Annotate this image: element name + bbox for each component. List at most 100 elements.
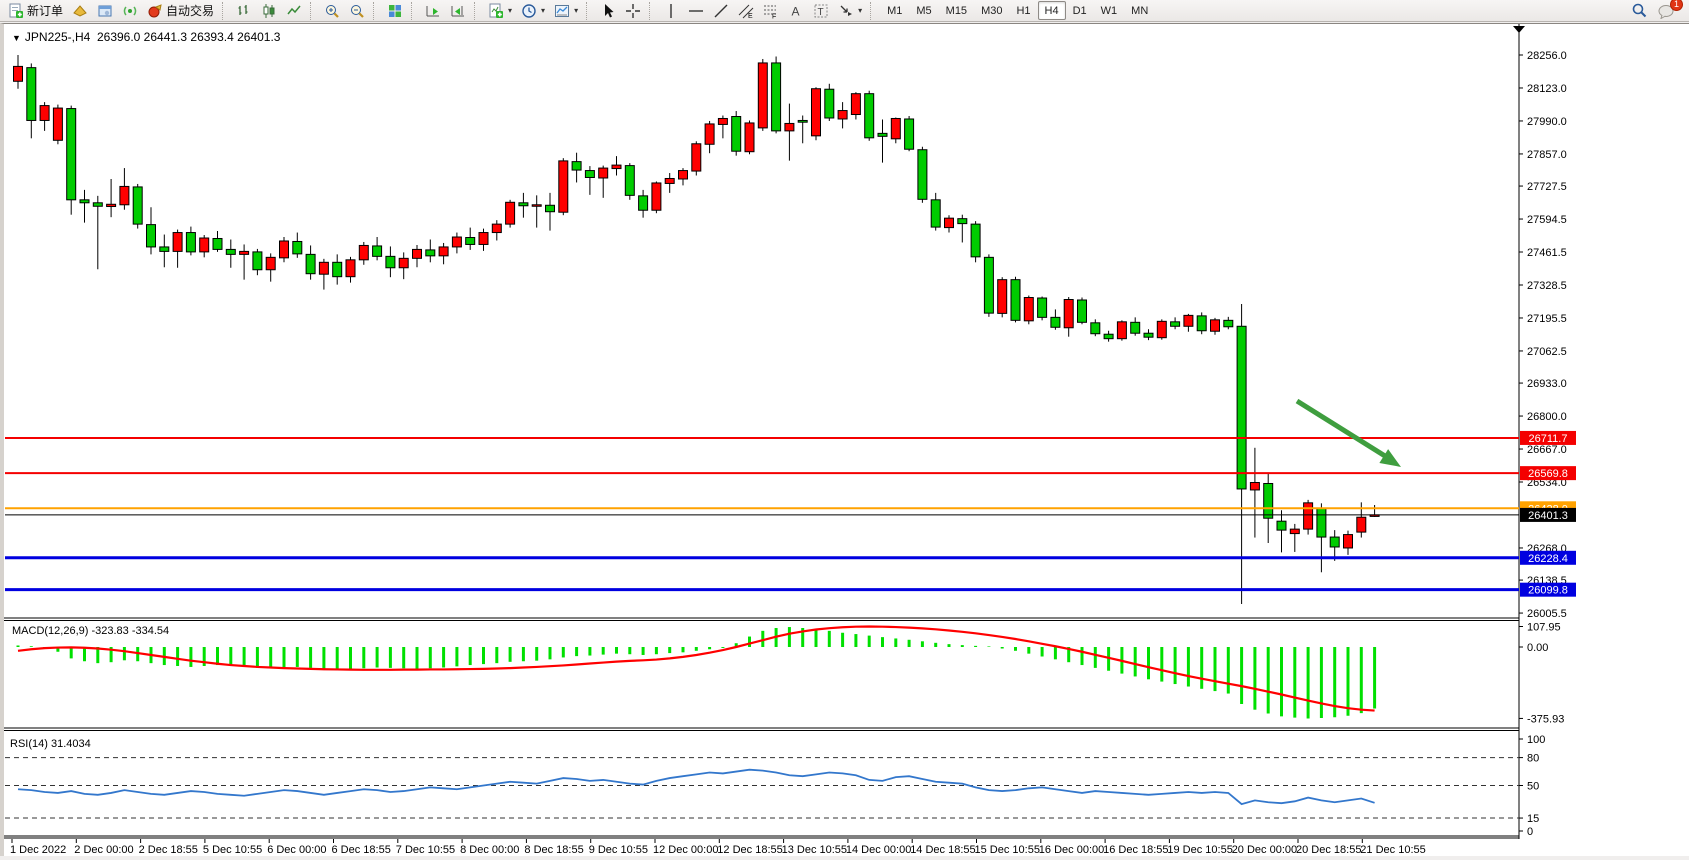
notifications-button[interactable]: 1	[1653, 1, 1679, 21]
channel-tool-button[interactable]: E	[734, 1, 758, 21]
candle-body	[160, 247, 169, 251]
timeframe-button-m1[interactable]: M1	[880, 1, 909, 20]
cursor-icon	[600, 3, 616, 19]
chart-shift-marker	[1513, 26, 1525, 33]
zoom-out-button[interactable]	[345, 1, 369, 21]
price-tick-label: 27328.5	[1527, 280, 1567, 292]
date-tick-label: 2 Dec 00:00	[74, 844, 133, 856]
timeframe-button-m15[interactable]: M15	[939, 1, 974, 20]
candle-body	[1157, 321, 1166, 337]
fibonacci-icon: F	[763, 3, 779, 19]
candle-body	[200, 238, 209, 252]
timeframe-button-h4[interactable]: H4	[1038, 1, 1066, 20]
candle-body	[998, 280, 1007, 314]
rsi-tick-label: 100	[1527, 734, 1545, 746]
date-tick-label: 21 Dec 10:55	[1360, 844, 1425, 856]
templates-button[interactable]: ▾	[550, 1, 582, 21]
line-chart-type-button[interactable]	[282, 1, 306, 21]
candle-body	[718, 118, 727, 124]
trendline-tool-button[interactable]	[709, 1, 733, 21]
candle-body	[958, 219, 967, 224]
fibonacci-tool-button[interactable]: F	[759, 1, 783, 21]
candle-body	[612, 165, 621, 168]
timeframe-button-m5[interactable]: M5	[909, 1, 938, 20]
candle-body	[452, 237, 461, 247]
down-arrow-annotation[interactable]	[1297, 401, 1393, 461]
timeframe-button-h1[interactable]: H1	[1009, 1, 1037, 20]
candle-body	[373, 246, 382, 256]
dropdown-caret-icon: ▾	[541, 6, 545, 15]
candle-body	[785, 123, 794, 130]
candle-body	[492, 224, 501, 232]
candle-body	[1211, 320, 1220, 331]
arrows-tool-button[interactable]: ▾	[834, 1, 866, 21]
zoom-in-button[interactable]	[320, 1, 344, 21]
timeframe-button-m30[interactable]: M30	[974, 1, 1009, 20]
rsi-tick-label: 80	[1527, 753, 1539, 765]
auto-scroll-button[interactable]	[421, 1, 445, 21]
text-label-tool-button[interactable]: T	[809, 1, 833, 21]
candle-body	[1224, 320, 1233, 326]
candle-body	[971, 224, 980, 257]
signal-button[interactable]	[118, 1, 142, 21]
new-order-label: 新订单	[27, 2, 63, 19]
candle-body	[14, 66, 23, 81]
template-icon	[554, 3, 570, 19]
candle-body	[107, 204, 116, 206]
candle-body	[1104, 334, 1113, 338]
candle-body	[679, 171, 688, 179]
price-chart-canvas[interactable]: 28256.028123.027990.027857.027727.527594…	[4, 24, 1689, 857]
bar-chart-type-button[interactable]	[232, 1, 256, 21]
search-button[interactable]	[1627, 1, 1652, 21]
candle-body	[1184, 315, 1193, 326]
candle-body	[1091, 323, 1100, 334]
auto-trading-button[interactable]: 自动交易	[143, 1, 218, 21]
horizontal-line-tool-button[interactable]	[684, 1, 708, 21]
periods-button[interactable]: ▾	[517, 1, 549, 21]
candlestick-chart-type-button[interactable]	[257, 1, 281, 21]
date-tick-label: 13 Dec 10:55	[782, 844, 847, 856]
chart-shift-button[interactable]	[446, 1, 470, 21]
timeframe-button-d1[interactable]: D1	[1066, 1, 1094, 20]
toolbar-separator	[222, 2, 228, 20]
crosshair-tool-button[interactable]	[621, 1, 645, 21]
candle-body	[213, 238, 222, 249]
svg-text:T: T	[818, 7, 824, 18]
date-tick-label: 9 Dec 10:55	[589, 844, 648, 856]
date-tick-label: 14 Dec 18:55	[910, 844, 975, 856]
signal-icon	[122, 3, 138, 19]
candle-body	[732, 116, 741, 151]
dropdown-caret-icon: ▾	[574, 6, 578, 15]
candle-body	[546, 205, 555, 211]
date-tick-label: 14 Dec 00:00	[846, 844, 911, 856]
price-line-badge-label: 26228.4	[1528, 553, 1568, 565]
indicators-icon	[488, 3, 504, 19]
price-tick-label: 26933.0	[1527, 378, 1567, 390]
candle-body	[40, 106, 49, 121]
price-tick-label: 27594.5	[1527, 214, 1567, 226]
candle-body	[585, 171, 594, 178]
cursor-tool-button[interactable]	[596, 1, 620, 21]
candle-body	[1357, 517, 1366, 532]
timeframe-button-w1[interactable]: W1	[1094, 1, 1125, 20]
profile-button[interactable]	[68, 1, 92, 21]
candle-body	[333, 262, 342, 276]
candle-body	[745, 123, 754, 152]
candle-body	[306, 254, 315, 273]
svg-text:E: E	[748, 13, 753, 19]
timeframe-button-mn[interactable]: MN	[1124, 1, 1155, 20]
tile-windows-button[interactable]	[383, 1, 407, 21]
candle-body	[838, 111, 847, 119]
candle-body	[1277, 521, 1286, 530]
new-order-button[interactable]: 新订单	[4, 1, 67, 21]
vertical-line-tool-button[interactable]	[659, 1, 683, 21]
candle-body	[426, 250, 435, 256]
price-tick-label: 27062.5	[1527, 346, 1567, 358]
candle-body	[359, 245, 368, 259]
market-watch-button[interactable]	[93, 1, 117, 21]
text-tool-button[interactable]: A	[784, 1, 808, 21]
date-tick-label: 12 Dec 18:55	[717, 844, 782, 856]
auto-trading-label: 自动交易	[166, 2, 214, 19]
candle-body	[466, 238, 475, 245]
indicators-button[interactable]: ▾	[484, 1, 516, 21]
